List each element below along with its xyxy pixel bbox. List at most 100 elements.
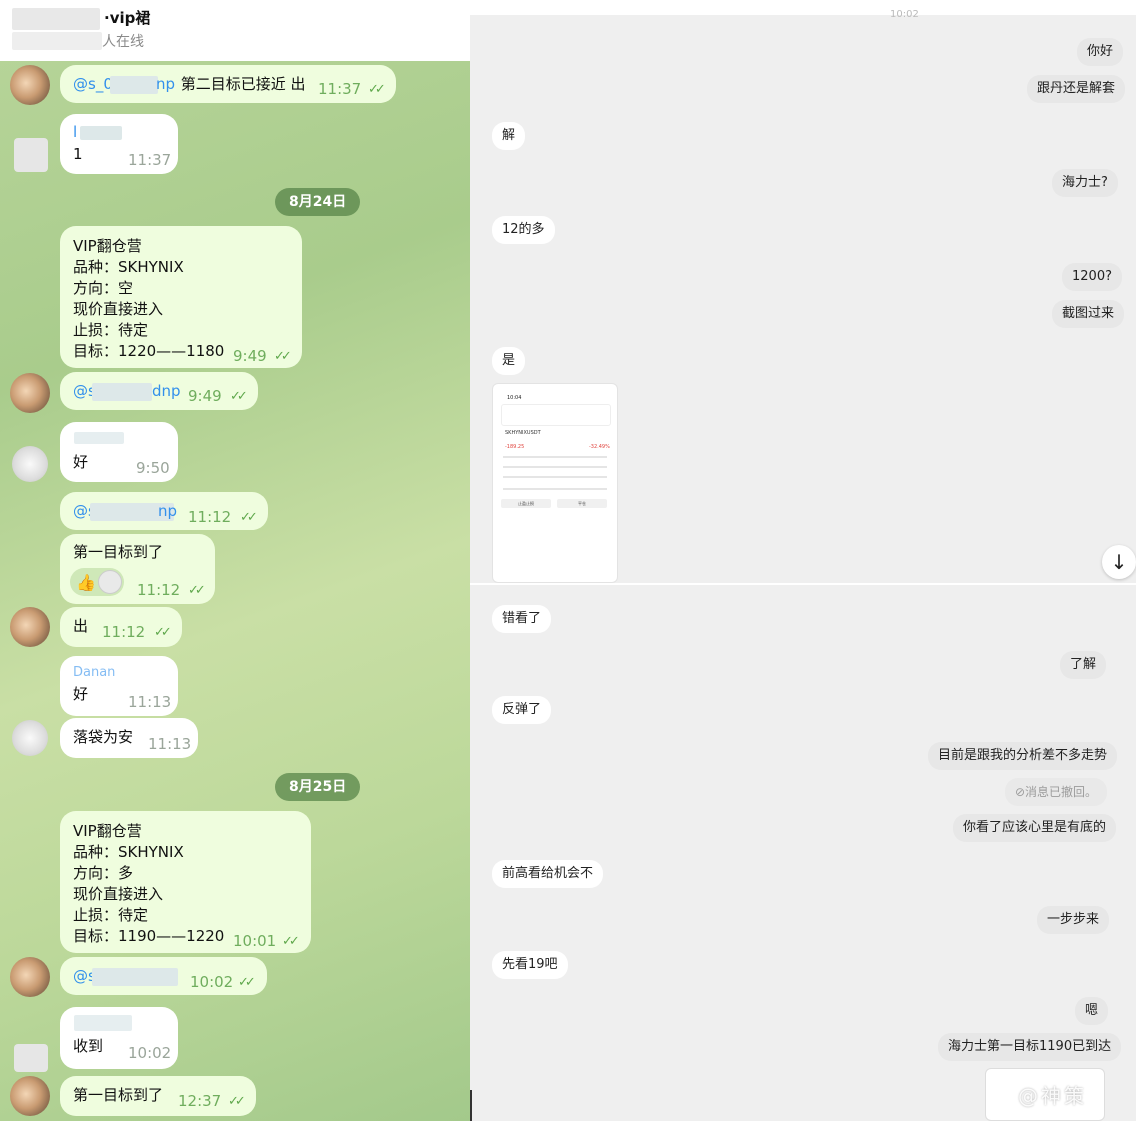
- message-line: 止损：待定: [73, 906, 149, 924]
- message-line: 方向：空: [73, 279, 134, 297]
- message-text: 第一目标到了: [73, 1086, 164, 1104]
- read-ticks-icon: ✓✓: [154, 625, 172, 640]
- date-separator: 8月25日: [275, 773, 361, 801]
- message-time: 11:12: [188, 508, 232, 526]
- avatar[interactable]: [14, 138, 48, 172]
- chat-message[interactable]: 海力士?: [1052, 169, 1118, 197]
- mention-end: np: [156, 75, 176, 93]
- message-bubble[interactable]: 落袋为安 11:13: [60, 718, 198, 758]
- avatar[interactable]: [10, 373, 50, 413]
- scroll-down-icon[interactable]: ↓: [1102, 545, 1136, 579]
- avatar[interactable]: [14, 1044, 48, 1072]
- chat-header[interactable]: ·vip裙 人在线: [0, 0, 470, 61]
- reaction-chip[interactable]: 👍: [70, 568, 124, 596]
- panel-divider: [470, 1090, 472, 1121]
- message-bubble[interactable]: VIP翻仓营 品种：SKHYNIX 方向：多 现价直接进入 止损：待定 目标：1…: [60, 811, 311, 953]
- message-bubble[interactable]: 好 9:50: [60, 422, 178, 482]
- chat-message[interactable]: 是: [492, 347, 526, 375]
- message-time: 11:13: [148, 735, 192, 753]
- watermark-text: @神策: [1018, 1084, 1087, 1108]
- chat-message[interactable]: 目前是跟我的分析差不多走势: [928, 742, 1118, 770]
- avatar[interactable]: [10, 1076, 50, 1116]
- message-bubble[interactable]: @s_0 np 第二目标已接近 出 11:37 ✓✓: [60, 65, 396, 103]
- message-bubble[interactable]: 出 11:12 ✓✓: [60, 607, 182, 647]
- message-bubble[interactable]: Danan 好 11:13: [60, 656, 178, 716]
- read-ticks-icon: ✓✓: [240, 510, 258, 525]
- message-text: 落袋为安: [73, 728, 134, 746]
- chat-message[interactable]: 先看19吧: [492, 951, 568, 979]
- chat-message[interactable]: 1200?: [1062, 263, 1122, 291]
- mention-end: dnp: [152, 382, 181, 400]
- thumb-symbol: SKHYNIXUSDT: [505, 430, 541, 436]
- chat-message[interactable]: 12的多: [492, 216, 555, 244]
- mention[interactable]: @s_0: [73, 74, 113, 95]
- thumb-row: [503, 466, 607, 468]
- message-line: 目标：1190——1220: [73, 927, 225, 945]
- thumb-pnl: -189.25: [505, 444, 525, 450]
- reactor-avatar: [98, 570, 122, 594]
- message-bubble[interactable]: 收到 10:02: [60, 1007, 178, 1069]
- message-bubble[interactable]: @s 10:02 ✓✓: [60, 957, 267, 995]
- message-time: 9:49: [188, 387, 222, 405]
- blurred-member-count: [12, 32, 102, 50]
- message-text: 第二目标已接近 出: [176, 75, 306, 93]
- chat-message[interactable]: 了解: [1060, 651, 1107, 679]
- message-time: 10:02: [128, 1044, 172, 1062]
- read-ticks-icon: ✓✓: [238, 975, 256, 990]
- message-text: 出: [73, 617, 89, 635]
- chat-title: ·vip裙: [104, 9, 151, 27]
- message-time: 11:12: [137, 581, 181, 599]
- message-line: 方向：多: [73, 864, 134, 882]
- message-text: 1: [73, 145, 83, 163]
- chat-message[interactable]: 跟丹还是解套: [1027, 75, 1126, 103]
- sender-name[interactable]: Danan: [73, 662, 115, 683]
- message-time: 9:49: [233, 347, 267, 365]
- screenshot-collage: ·vip裙 人在线 @s_0 np 第二目标已接近 出 11:37 ✓✓ l 1…: [0, 0, 1136, 1121]
- chat-message[interactable]: 前高看给机会不: [492, 860, 604, 888]
- thumb-button: 平仓: [557, 499, 607, 508]
- thumbs-up-icon: 👍: [76, 573, 96, 592]
- chat-message[interactable]: 反弹了: [492, 696, 552, 724]
- read-ticks-icon: ✓✓: [188, 583, 206, 598]
- chat-message[interactable]: 截图过来: [1052, 300, 1125, 328]
- thumb-button: 止盈止损: [501, 499, 551, 508]
- panel-divider: [470, 583, 1136, 585]
- message-bubble[interactable]: @s dnp 9:49 ✓✓: [60, 372, 258, 410]
- message-bubble[interactable]: VIP翻仓营 品种：SKHYNIX 方向：空 现价直接进入 止损：待定 目标：1…: [60, 226, 302, 368]
- message-line: 现价直接进入: [73, 300, 164, 318]
- chat-message[interactable]: 你看了应该心里是有底的: [953, 814, 1117, 842]
- chat-message[interactable]: 错看了: [492, 605, 552, 633]
- thumb-row: [503, 456, 607, 458]
- avatar[interactable]: [12, 446, 48, 482]
- sender-name[interactable]: l: [73, 122, 77, 143]
- thumb-status-time: 10:04: [507, 395, 522, 401]
- chat-message[interactable]: 解: [492, 122, 526, 150]
- recalled-notice: ⊘消息已撤回。: [1005, 778, 1108, 806]
- chat-message[interactable]: 你好: [1077, 38, 1124, 66]
- chat-message[interactable]: 海力士第一目标1190已到达: [938, 1033, 1122, 1061]
- message-bubble[interactable]: @s np 11:12 ✓✓: [60, 492, 268, 530]
- message-time: 11:37: [318, 80, 362, 98]
- chat-message[interactable]: 嗯: [1075, 997, 1109, 1025]
- read-ticks-icon: ✓✓: [368, 82, 386, 97]
- message-line: VIP翻仓营: [73, 822, 142, 840]
- message-bubble[interactable]: l 1 11:37: [60, 114, 178, 174]
- message-bubble[interactable]: 第一目标到了 12:37 ✓✓: [60, 1076, 256, 1116]
- chat-status: 人在线: [102, 34, 144, 50]
- thumb-row: [503, 488, 607, 490]
- avatar[interactable]: [10, 607, 50, 647]
- group-chat-panel: ·vip裙 人在线 @s_0 np 第二目标已接近 出 11:37 ✓✓ l 1…: [0, 0, 470, 1121]
- avatar[interactable]: [10, 65, 50, 105]
- message-time: 9:50: [136, 459, 170, 477]
- avatar[interactable]: [10, 957, 50, 997]
- message-time: 10:01: [233, 932, 277, 950]
- blurred-sender: [74, 1015, 132, 1031]
- chat-message[interactable]: 一步步来: [1037, 906, 1110, 934]
- trade-screenshot-image[interactable]: 10:04 SKHYNIXUSDT -189.25 -32.49% 止盈止损 平…: [492, 383, 618, 583]
- message-bubble[interactable]: 第一目标到了 👍 11:12 ✓✓: [60, 534, 215, 604]
- blurred-group-name: [12, 8, 100, 30]
- read-ticks-icon: ✓✓: [274, 349, 292, 364]
- read-ticks-icon: ✓✓: [228, 1094, 246, 1109]
- message-line: 品种：SKHYNIX: [73, 258, 184, 276]
- avatar[interactable]: [12, 720, 48, 756]
